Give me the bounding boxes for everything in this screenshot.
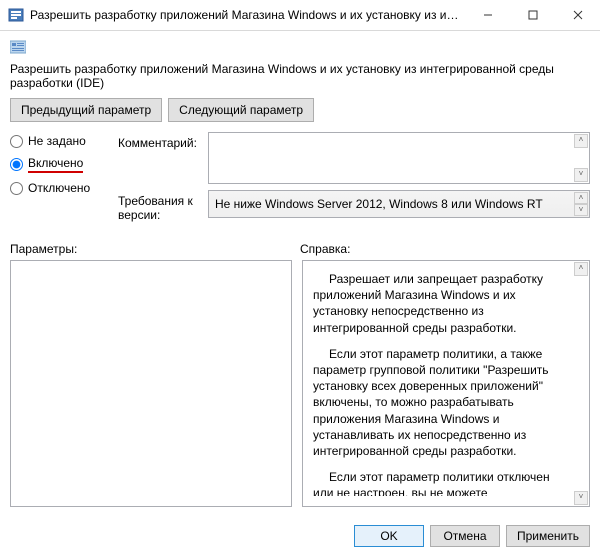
help-panel: Разрешает или запрещает разработку прило… [302, 260, 590, 507]
help-paragraph: Если этот параметр политики отключен или… [313, 469, 569, 496]
scroll-down-icon[interactable]: ˅ [574, 168, 588, 182]
requirements-box: Не ниже Windows Server 2012, Windows 8 и… [208, 190, 590, 218]
policy-icon [10, 39, 26, 55]
help-paragraph: Если этот параметр политики, а также пар… [313, 346, 569, 459]
help-scrollbar[interactable]: ˄ ˅ [574, 262, 588, 505]
options-section-label: Параметры: [10, 242, 300, 256]
apply-button[interactable]: Применить [506, 525, 590, 547]
comment-label: Комментарий: [118, 132, 208, 150]
scroll-up-icon[interactable]: ˄ [574, 134, 588, 148]
titlebar: Разрешить разработку приложений Магазина… [0, 0, 600, 31]
radio-not-configured-label: Не задано [28, 134, 86, 148]
options-panel [10, 260, 292, 507]
help-section-label: Справка: [300, 242, 350, 256]
requirements-value: Не ниже Windows Server 2012, Windows 8 и… [215, 197, 543, 211]
state-radio-group: Не задано Включено Отключено [10, 132, 110, 228]
ok-button[interactable]: OK [354, 525, 424, 547]
radio-disabled-label: Отключено [28, 181, 90, 195]
scroll-up-icon[interactable]: ˄ [574, 192, 588, 204]
radio-enabled[interactable]: Включено [10, 156, 110, 173]
cancel-button[interactable]: Отмена [430, 525, 500, 547]
help-paragraph: Разрешает или запрещает разработку прило… [313, 271, 569, 336]
radio-not-configured[interactable]: Не задано [10, 134, 110, 148]
dialog-footer: OK Отмена Применить [354, 525, 590, 547]
radio-disabled-input[interactable] [10, 182, 23, 195]
radio-enabled-input[interactable] [10, 158, 23, 171]
help-text: Разрешает или запрещает разработку прило… [313, 271, 569, 496]
requirements-label: Требования к версии: [118, 190, 208, 222]
radio-disabled[interactable]: Отключено [10, 181, 110, 195]
scroll-down-icon[interactable]: ˅ [574, 491, 588, 505]
requirements-scrollbar[interactable]: ˄ ˅ [574, 192, 588, 216]
maximize-button[interactable] [510, 0, 555, 30]
next-setting-button[interactable]: Следующий параметр [168, 98, 314, 122]
previous-setting-button[interactable]: Предыдущий параметр [10, 98, 162, 122]
comment-scrollbar[interactable]: ˄ ˅ [574, 134, 588, 182]
scroll-up-icon[interactable]: ˄ [574, 262, 588, 276]
policy-title: Разрешить разработку приложений Магазина… [10, 62, 590, 90]
app-icon [8, 7, 24, 23]
radio-not-configured-input[interactable] [10, 135, 23, 148]
scroll-down-icon[interactable]: ˅ [574, 204, 588, 216]
minimize-button[interactable] [465, 0, 510, 30]
radio-enabled-label: Включено [28, 156, 83, 173]
window-title: Разрешить разработку приложений Магазина… [30, 8, 465, 22]
comment-textarea[interactable]: ˄ ˅ [208, 132, 590, 184]
close-button[interactable] [555, 0, 600, 30]
